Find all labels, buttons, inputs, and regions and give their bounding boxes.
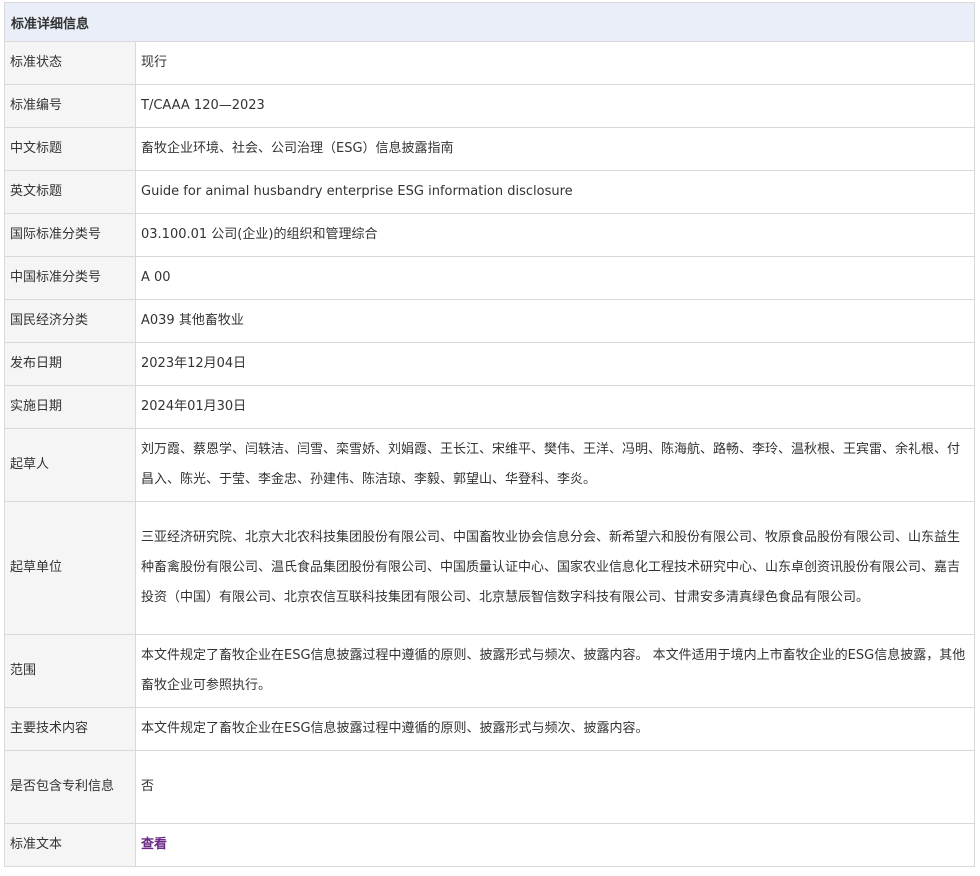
label-ics: 国际标准分类号: [4, 213, 136, 257]
value-economy-class: A039 其他畜牧业: [134, 299, 976, 343]
row-ics: 国际标准分类号 03.100.01 公司(企业)的组织和管理综合: [4, 213, 976, 257]
row-drafting-units: 起草单位 三亚经济研究院、北京大北农科技集团股份有限公司、中国畜牧业协会信息分会…: [4, 501, 976, 635]
value-main-content: 本文件规定了畜牧企业在ESG信息披露过程中遵循的原则、披露形式与频次、披露内容。: [134, 707, 976, 751]
label-drafting-units: 起草单位: [4, 501, 136, 635]
row-scope: 范围 本文件规定了畜牧企业在ESG信息披露过程中遵循的原则、披露形式与频次、披露…: [4, 634, 976, 708]
value-status: 现行: [134, 41, 976, 85]
table-header-row: 标准详细信息: [3, 2, 976, 42]
value-standard-text: 查看: [134, 823, 976, 867]
value-publish-date: 2023年12月04日: [134, 342, 976, 386]
standard-detail-table: 标准详细信息 标准状态 现行 标准编号 T/CAAA 120—2023 中文标题…: [3, 2, 976, 867]
row-standard-text: 标准文本 查看: [4, 823, 976, 867]
label-publish-date: 发布日期: [4, 342, 136, 386]
value-patent: 否: [134, 750, 976, 824]
label-economy-class: 国民经济分类: [4, 299, 136, 343]
value-drafting-units: 三亚经济研究院、北京大北农科技集团股份有限公司、中国畜牧业协会信息分会、新希望六…: [134, 501, 976, 635]
label-scope: 范围: [4, 634, 136, 708]
label-patent: 是否包含专利信息: [4, 750, 136, 824]
view-standard-text-link[interactable]: 查看: [141, 837, 167, 852]
value-chinese-title: 畜牧企业环境、社会、公司治理（ESG）信息披露指南: [134, 127, 976, 171]
label-standard-number: 标准编号: [4, 84, 136, 128]
label-main-content: 主要技术内容: [4, 707, 136, 751]
label-chinese-title: 中文标题: [4, 127, 136, 171]
value-drafters: 刘万霞、蔡恩学、闫轶洁、闫雪、栾雪娇、刘娟霞、王长江、宋维平、樊伟、王洋、冯明、…: [134, 428, 976, 502]
label-status: 标准状态: [4, 41, 136, 85]
row-implement-date: 实施日期 2024年01月30日: [4, 385, 976, 429]
value-scope: 本文件规定了畜牧企业在ESG信息披露过程中遵循的原则、披露形式与频次、披露内容。…: [134, 634, 976, 708]
label-drafters: 起草人: [4, 428, 136, 502]
row-patent: 是否包含专利信息 否: [4, 750, 976, 824]
value-ccs: A 00: [134, 256, 976, 300]
row-drafters: 起草人 刘万霞、蔡恩学、闫轶洁、闫雪、栾雪娇、刘娟霞、王长江、宋维平、樊伟、王洋…: [4, 428, 976, 502]
row-publish-date: 发布日期 2023年12月04日: [4, 342, 976, 386]
row-status: 标准状态 现行: [4, 41, 976, 85]
label-ccs: 中国标准分类号: [4, 256, 136, 300]
value-standard-number: T/CAAA 120—2023: [134, 84, 976, 128]
table-title: 标准详细信息: [3, 2, 976, 42]
standard-detail-panel: 标准详细信息 标准状态 现行 标准编号 T/CAAA 120—2023 中文标题…: [3, 2, 976, 867]
row-chinese-title: 中文标题 畜牧企业环境、社会、公司治理（ESG）信息披露指南: [4, 127, 976, 171]
label-standard-text: 标准文本: [4, 823, 136, 867]
value-english-title: Guide for animal husbandry enterprise ES…: [134, 170, 976, 214]
label-english-title: 英文标题: [4, 170, 136, 214]
label-implement-date: 实施日期: [4, 385, 136, 429]
value-ics: 03.100.01 公司(企业)的组织和管理综合: [134, 213, 976, 257]
row-standard-number: 标准编号 T/CAAA 120—2023: [4, 84, 976, 128]
row-english-title: 英文标题 Guide for animal husbandry enterpri…: [4, 170, 976, 214]
value-implement-date: 2024年01月30日: [134, 385, 976, 429]
row-main-content: 主要技术内容 本文件规定了畜牧企业在ESG信息披露过程中遵循的原则、披露形式与频…: [4, 707, 976, 751]
row-ccs: 中国标准分类号 A 00: [4, 256, 976, 300]
row-economy-class: 国民经济分类 A039 其他畜牧业: [4, 299, 976, 343]
